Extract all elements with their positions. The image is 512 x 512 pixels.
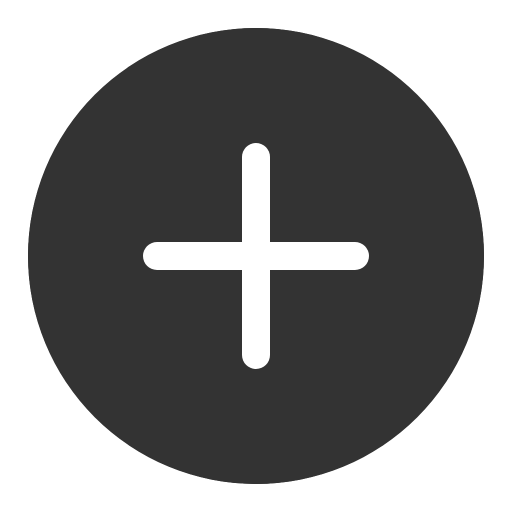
- canvas: [0, 0, 512, 512]
- plus-icon: [28, 28, 484, 484]
- add-button[interactable]: [28, 28, 484, 484]
